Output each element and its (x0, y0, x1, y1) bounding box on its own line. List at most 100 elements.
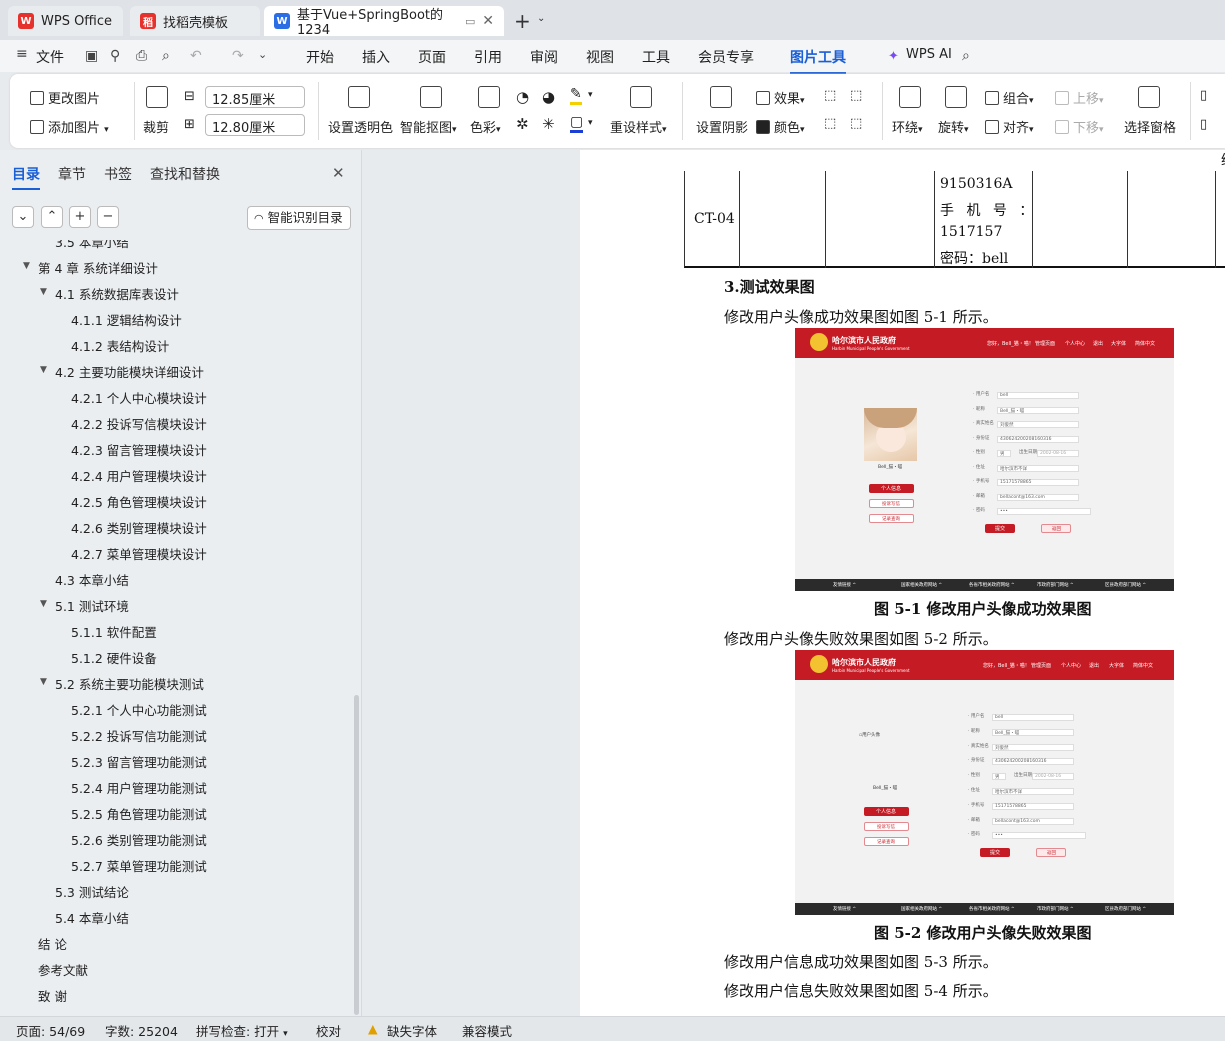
expand-up-button[interactable]: ⌃ (41, 206, 63, 228)
set-transparent-button[interactable]: 设置透明色 (328, 117, 393, 136)
border-color-icon[interactable]: ▢ (570, 114, 584, 133)
width-input[interactable]: 12.85厘米 (205, 86, 305, 108)
toc-item[interactable]: 致 谢 (38, 986, 67, 1005)
shadow-down-icon[interactable]: ⬚ (850, 88, 862, 103)
search-icon[interactable]: ⌕ (962, 48, 970, 64)
toc-item[interactable]: 5.2.3 留言管理功能测试 (71, 752, 207, 771)
menu-file[interactable]: 文件 (36, 47, 64, 67)
new-tab-icon[interactable]: + (514, 9, 531, 33)
menu-page[interactable]: 页面 (418, 47, 446, 67)
collapse-down-button[interactable]: ⌄ (12, 206, 34, 228)
word-count[interactable]: 字数: 25204 (105, 1021, 178, 1040)
tab-find-replace[interactable]: 查找和替换 (150, 164, 220, 184)
shadow-right-icon[interactable]: ⬚ (850, 116, 862, 131)
add-heading-button[interactable]: + (69, 206, 91, 228)
hamburger-icon[interactable]: ≡ (16, 46, 28, 62)
border-dropdown-icon[interactable]: ▾ (588, 118, 593, 128)
toc-item[interactable]: 5.2 系统主要功能模块测试 (55, 674, 204, 693)
menu-reference[interactable]: 引用 (474, 47, 502, 67)
brightness-down-icon[interactable]: ◕ (542, 88, 555, 106)
more-chevron-icon[interactable]: ⌄ (258, 48, 267, 61)
toc-item[interactable]: 4.1 系统数据库表设计 (55, 284, 179, 303)
crop-button[interactable]: 裁剪 (143, 117, 169, 136)
toc-item[interactable]: 5.2.5 角色管理功能测试 (71, 804, 207, 823)
toc-item[interactable]: 5.1.2 硬件设备 (71, 648, 157, 667)
change-picture-button[interactable]: 更改图片 (30, 88, 100, 107)
toc-item[interactable]: 4.3 本章小结 (55, 570, 129, 589)
share-icon[interactable]: ⚲ (110, 48, 120, 64)
overflow-icon-1[interactable]: ▯ (1200, 88, 1207, 103)
expand-triangle-icon[interactable]: ▼ (40, 287, 47, 297)
move-up-button[interactable]: 上移▾ (1055, 88, 1104, 107)
tab-document[interactable]: W 基于Vue+SpringBoot的1234 ▭ ✕ (264, 6, 504, 38)
undo-icon[interactable]: ↶ (190, 48, 202, 64)
tab-bookmarks[interactable]: 书签 (104, 164, 132, 184)
wps-ai-button[interactable]: WPS AI (906, 47, 952, 62)
remove-heading-button[interactable]: − (97, 206, 119, 228)
page-indicator[interactable]: 页面: 54/69 (16, 1021, 85, 1040)
menu-tools[interactable]: 工具 (642, 47, 670, 67)
set-shadow-button[interactable]: 设置阴影 (696, 117, 748, 136)
chevron-down-icon[interactable]: ⌄ (537, 13, 545, 24)
effect-button[interactable]: 效果▾ (756, 88, 805, 107)
tab-docer-templates[interactable]: 稻 找稻壳模板 (130, 6, 260, 36)
expand-triangle-icon[interactable]: ▼ (40, 599, 47, 609)
tab-chapters[interactable]: 章节 (58, 164, 86, 184)
tab-toc[interactable]: 目录 (12, 164, 40, 190)
wrap-button[interactable]: 环绕▾ (892, 117, 923, 136)
toc-item[interactable]: 4.1.1 逻辑结构设计 (71, 310, 182, 329)
group-button[interactable]: 组合▾ (985, 88, 1034, 107)
menu-view[interactable]: 视图 (586, 47, 614, 67)
contrast-up-icon[interactable]: ✲ (516, 115, 529, 133)
menu-start[interactable]: 开始 (306, 47, 334, 67)
toc-scrollbar[interactable] (354, 695, 359, 1015)
figure-5-1-image[interactable]: 哈尔滨市人民政府 Harbin Municipal People's Gover… (795, 328, 1174, 591)
toc-item[interactable]: 4.2.7 菜单管理模块设计 (71, 544, 207, 563)
save-icon[interactable]: ▣ (85, 48, 98, 64)
height-input[interactable]: 12.80厘米 (205, 114, 305, 136)
highlight-icon[interactable]: ✎ (570, 86, 582, 105)
toc-item[interactable]: 5.3 测试结论 (55, 882, 129, 901)
rotate-button[interactable]: 旋转▾ (938, 117, 969, 136)
toc-item[interactable]: 4.2.1 个人中心模块设计 (71, 388, 207, 407)
close-pane-icon[interactable]: ✕ (332, 164, 345, 182)
menu-review[interactable]: 审阅 (530, 47, 558, 67)
proofread-button[interactable]: 校对 (316, 1021, 341, 1040)
highlight-dropdown-icon[interactable]: ▾ (588, 90, 593, 100)
toc-item[interactable]: 5.1 测试环境 (55, 596, 129, 615)
toc-item[interactable]: 3.5 本章小结 (55, 240, 129, 251)
toc-item[interactable]: 5.2.1 个人中心功能测试 (71, 700, 207, 719)
shadow-up-icon[interactable]: ⬚ (824, 88, 836, 103)
figure-5-2-image[interactable]: 哈尔滨市人民政府 Harbin Municipal People's Gover… (795, 650, 1174, 915)
toc-item[interactable]: 结 论 (38, 934, 67, 953)
toc-item[interactable]: 4.2.6 类别管理模块设计 (71, 518, 207, 537)
color2-button[interactable]: 颜色▾ (756, 117, 805, 136)
toc-item[interactable]: 5.2.6 类别管理功能测试 (71, 830, 207, 849)
toc-item[interactable]: 5.1.1 软件配置 (71, 622, 157, 641)
brightness-up-icon[interactable]: ◔ (516, 88, 529, 106)
missing-font-button[interactable]: 缺失字体 (387, 1021, 437, 1040)
smart-cutout-button[interactable]: 智能抠图▾ (400, 117, 457, 136)
toc-item[interactable]: 4.2.4 用户管理模块设计 (71, 466, 207, 485)
expand-triangle-icon[interactable]: ▼ (23, 261, 30, 271)
menu-insert[interactable]: 插入 (362, 47, 390, 67)
expand-triangle-icon[interactable]: ▼ (40, 365, 47, 375)
toc-item[interactable]: 4.1.2 表结构设计 (71, 336, 169, 355)
smart-toc-button[interactable]: ◠ 智能识别目录 (247, 206, 351, 230)
toc-item[interactable]: 4.2.5 角色管理模块设计 (71, 492, 207, 511)
toc-item[interactable]: 5.2.2 投诉写信功能测试 (71, 726, 207, 745)
spell-check-toggle[interactable]: 拼写检查: 打开 ▾ (196, 1021, 288, 1040)
print-icon[interactable]: ⎙ (136, 48, 147, 64)
toc-item[interactable]: 4.2.3 留言管理模块设计 (71, 440, 207, 459)
redo-icon[interactable]: ↷ (232, 48, 244, 64)
shadow-left-icon[interactable]: ⬚ (824, 116, 836, 131)
toc-item[interactable]: 4.2.2 投诉写信模块设计 (71, 414, 207, 433)
toc-item[interactable]: 第 4 章 系统详细设计 (38, 258, 158, 277)
toc-item[interactable]: 4.2 主要功能模块详细设计 (55, 362, 204, 381)
selection-pane-button[interactable]: 选择窗格 (1124, 117, 1176, 136)
move-down-button[interactable]: 下移▾ (1055, 117, 1104, 136)
toc-item[interactable]: 参考文献 (38, 960, 88, 979)
align-button[interactable]: 对齐▾ (985, 117, 1034, 136)
color-button[interactable]: 色彩▾ (470, 117, 501, 136)
print-preview-icon[interactable]: ⌕ (162, 48, 170, 64)
